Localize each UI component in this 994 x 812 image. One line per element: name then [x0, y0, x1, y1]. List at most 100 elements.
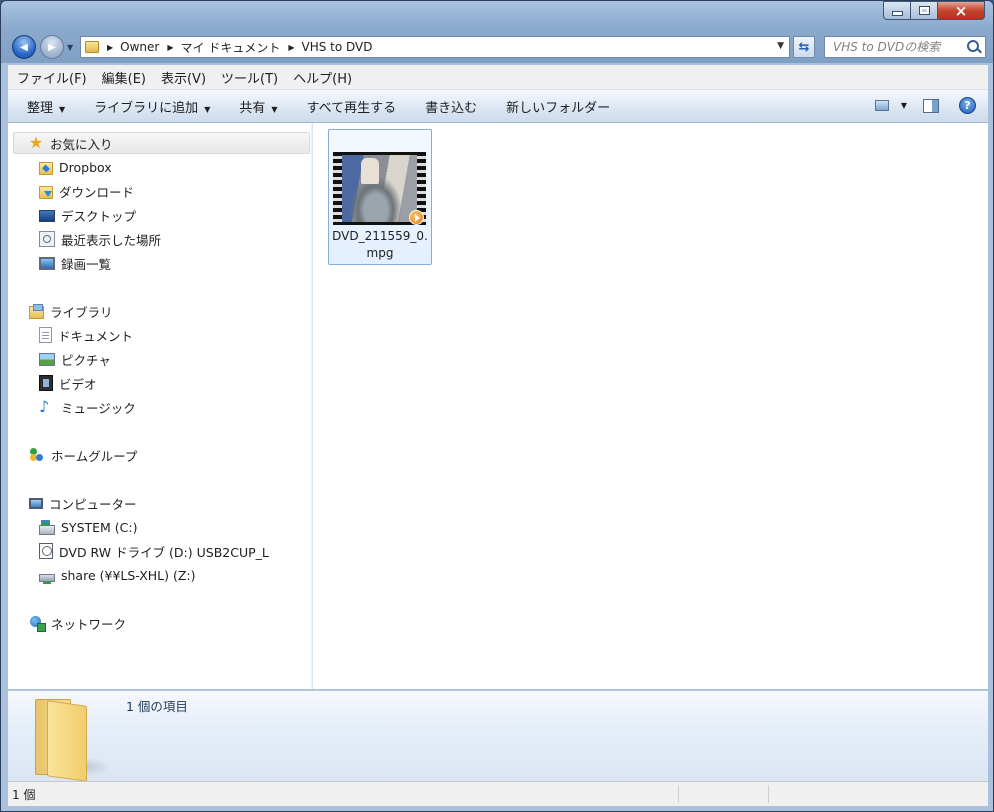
- sidebar-homegroup[interactable]: ホームグループ: [29, 444, 137, 466]
- sidebar-item-drive-d[interactable]: DVD RW ドライブ (D:) USB2CUP_L: [39, 540, 269, 562]
- video-icon: [39, 375, 53, 391]
- breadcrumb: ▶ Owner ▶ マイ ドキュメント ▶ VHS to DVD: [107, 39, 373, 56]
- share-label: 共有: [239, 100, 266, 116]
- recent-places-icon: [39, 231, 55, 247]
- refresh-button[interactable]: ⇆: [793, 36, 815, 58]
- recorded-tv-icon: [39, 256, 55, 270]
- item-count: 1 個の項目: [126, 699, 188, 714]
- navigation-pane[interactable]: ★ お気に入り Dropbox ダウンロード デスクトップ 最近表示した場所 録…: [8, 123, 313, 689]
- organize-button[interactable]: 整理 ▼: [8, 97, 75, 116]
- sidebar-item-label: ビデオ: [59, 376, 97, 392]
- star-icon: ★: [28, 133, 44, 152]
- desktop-icon: [39, 210, 55, 222]
- sidebar-item-label: Dropbox: [59, 159, 112, 175]
- address-bar[interactable]: ▶ Owner ▶ マイ ドキュメント ▶ VHS to DVD ▼: [80, 36, 790, 58]
- dvd-drive-icon: [39, 543, 53, 559]
- back-button[interactable]: ◀: [12, 35, 36, 59]
- minimize-icon: [891, 11, 903, 16]
- sidebar-item-videos[interactable]: ビデオ: [39, 372, 97, 394]
- status-bar: 1 個: [8, 781, 988, 806]
- chevron-right-icon[interactable]: ▶: [167, 43, 173, 52]
- chevron-right-icon[interactable]: ▶: [288, 43, 294, 52]
- help-icon[interactable]: ?: [959, 97, 976, 114]
- preview-pane-icon[interactable]: [923, 98, 939, 113]
- breadcrumb-item-my-documents[interactable]: マイ ドキュメント: [181, 39, 281, 56]
- sidebar-favorites-label: お気に入り: [50, 136, 113, 152]
- forward-button[interactable]: ▶: [40, 35, 64, 59]
- status-separator: [678, 785, 679, 803]
- breadcrumb-item-owner[interactable]: Owner: [120, 40, 159, 54]
- file-name: DVD_211559_0. mpg: [329, 228, 431, 262]
- navigation-row: ◀ ▶ ▼ ▶ Owner ▶ マイ ドキュメント ▶ VHS to DVD ▼…: [1, 31, 993, 63]
- menu-view[interactable]: 表示(V): [152, 68, 212, 87]
- system-drive-icon: [39, 519, 55, 535]
- search-box[interactable]: [824, 36, 986, 58]
- sidebar-item-label: 録画一覧: [61, 256, 112, 272]
- menu-edit[interactable]: 編集(E): [93, 68, 152, 87]
- close-button[interactable]: ×: [938, 1, 985, 20]
- sidebar-libraries[interactable]: ライブラリ: [29, 300, 113, 322]
- music-note-icon: ♪: [39, 397, 50, 416]
- organize-label: 整理: [27, 100, 54, 116]
- minimize-button[interactable]: [883, 1, 911, 20]
- chevron-right-icon[interactable]: ▶: [107, 43, 113, 52]
- dropbox-folder-icon: [39, 161, 53, 175]
- folder-front: [47, 700, 87, 782]
- maximize-icon: [918, 6, 930, 15]
- history-dropdown-icon[interactable]: ▼: [67, 43, 73, 52]
- video-frame-figure: [361, 158, 379, 184]
- sidebar-item-drive-c[interactable]: SYSTEM (C:): [39, 516, 138, 538]
- sidebar-item-documents[interactable]: ドキュメント: [39, 324, 133, 346]
- back-arrow-icon: ◀: [20, 41, 28, 53]
- command-bar-right: ▼ ?: [874, 97, 976, 114]
- sidebar-item-drive-z[interactable]: share (¥¥LS-XHL) (Z:): [39, 564, 196, 586]
- search-icon[interactable]: [967, 40, 979, 52]
- menu-file[interactable]: ファイル(F): [8, 68, 93, 87]
- play-badge-icon: [409, 210, 424, 225]
- sidebar-item-music[interactable]: ♪ ミュージック: [39, 396, 136, 418]
- play-all-button[interactable]: すべて再生する: [288, 97, 407, 116]
- menu-help[interactable]: ヘルプ(H): [284, 68, 358, 87]
- change-view-icon[interactable]: [874, 100, 889, 111]
- downloads-folder-icon: [39, 185, 53, 199]
- close-icon: ×: [954, 1, 968, 20]
- sidebar-computer[interactable]: コンピューター: [29, 492, 137, 514]
- folder-icon: [85, 41, 99, 53]
- sidebar-item-label: ダウンロード: [59, 184, 135, 200]
- add-to-library-button[interactable]: ライブラリに追加 ▼: [75, 97, 220, 116]
- chevron-down-icon: ▼: [59, 104, 66, 114]
- maximize-button[interactable]: [911, 1, 938, 20]
- network-icon: [29, 615, 46, 632]
- new-folder-button[interactable]: 新しいフォルダー: [487, 97, 620, 116]
- command-bar: 整理 ▼ ライブラリに追加 ▼ 共有 ▼ すべて再生する 書き込む 新しいフォルダー …: [8, 90, 988, 123]
- sidebar-item-label: デスクトップ: [61, 208, 137, 224]
- status-count: 1 個: [12, 787, 36, 802]
- menu-tools[interactable]: ツール(T): [212, 68, 284, 87]
- view-dropdown-icon[interactable]: ▼: [901, 101, 907, 110]
- caption-buttons: ×: [883, 1, 985, 20]
- sidebar-item-recent-places[interactable]: 最近表示した場所: [39, 228, 161, 250]
- sidebar-libraries-label: ライブラリ: [50, 304, 113, 320]
- sidebar-favorites[interactable]: ★ お気に入り: [13, 132, 310, 154]
- burn-button[interactable]: 書き込む: [406, 97, 487, 116]
- file-item[interactable]: DVD_211559_0. mpg: [328, 129, 432, 265]
- sidebar-item-pictures[interactable]: ピクチャ: [39, 348, 111, 370]
- sidebar-computer-label: コンピューター: [49, 496, 137, 512]
- breadcrumb-item-current[interactable]: VHS to DVD: [301, 40, 372, 54]
- explorer-window: × ◀ ▶ ▼ ▶ Owner ▶ マイ ドキュメント ▶ VHS to DVD…: [0, 0, 994, 812]
- sidebar-item-desktop[interactable]: デスクトップ: [39, 204, 136, 226]
- video-thumbnail-icon: [333, 152, 426, 225]
- sidebar-item-dropbox[interactable]: Dropbox: [39, 156, 112, 178]
- sidebar-item-downloads[interactable]: ダウンロード: [39, 180, 134, 202]
- address-dropdown-icon[interactable]: ▼: [777, 41, 784, 51]
- film-strip: [333, 152, 342, 225]
- pane-divider[interactable]: [311, 123, 312, 689]
- chevron-down-icon: ▼: [204, 104, 211, 114]
- sidebar-item-recorded-tv[interactable]: 録画一覧: [39, 252, 111, 274]
- share-button[interactable]: 共有 ▼: [220, 97, 287, 116]
- search-input[interactable]: [833, 38, 965, 56]
- libraries-icon: [29, 303, 44, 319]
- sidebar-network[interactable]: ネットワーク: [29, 612, 126, 634]
- sidebar-item-label: ドキュメント: [58, 328, 134, 344]
- file-list-area[interactable]: DVD_211559_0. mpg: [313, 123, 988, 689]
